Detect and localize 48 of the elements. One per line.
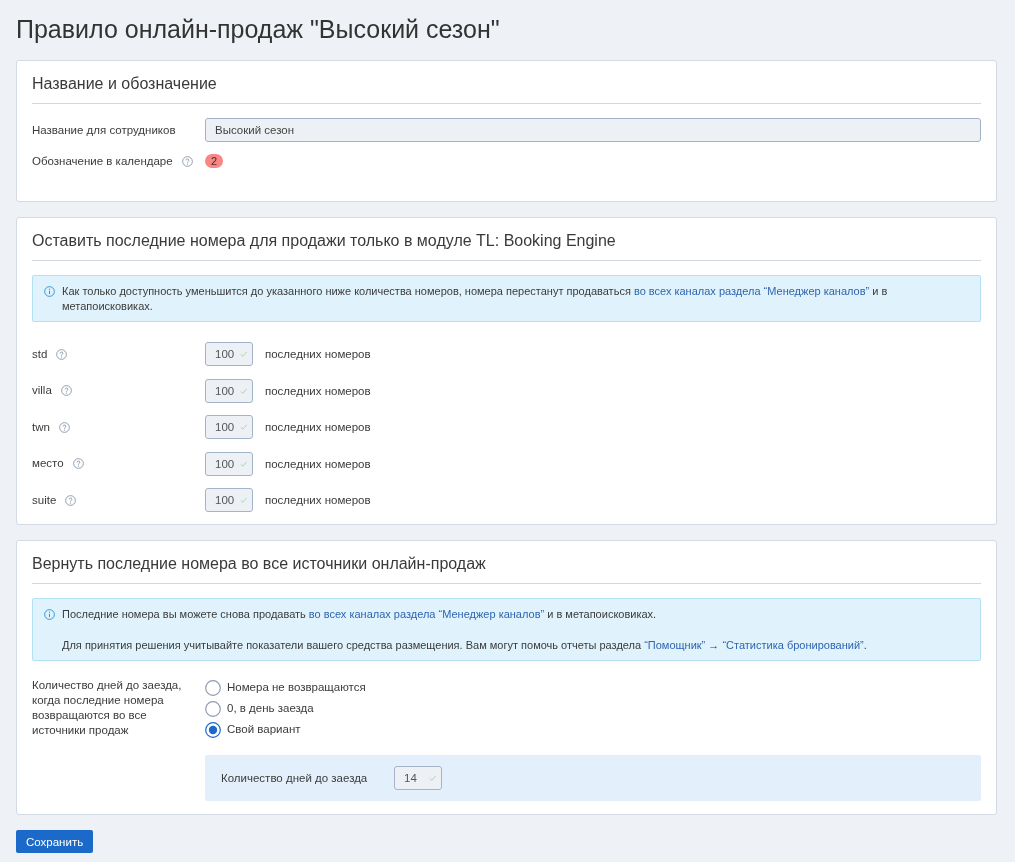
info-link[interactable]: во всех каналах раздела “Менеджер каналов” (308, 608, 545, 620)
calendar-badge: 2 (205, 154, 223, 168)
room-type-label: twn (32, 419, 50, 435)
question-label: Количество дней до заезда, когда последние номера возвращаются во все источники продаж (32, 678, 182, 738)
room-count-field[interactable]: 100 (205, 378, 253, 403)
info-text: Для принятия решения учитывайте показатели вашего средства размещения. Вам могут помочь отчеты раздела “Помощник” → “Статистика бронирований”. (62, 638, 867, 653)
room-type-label: villa (32, 383, 52, 398)
room-count-field[interactable]: 100 (205, 451, 253, 476)
info-icon (44, 609, 55, 620)
room-type-label: suite (32, 492, 57, 508)
radio-icon[interactable] (205, 700, 221, 717)
radio-icon[interactable] (205, 679, 221, 696)
help-icon[interactable] (56, 348, 68, 360)
rooms-suffix-label: последних номеров (265, 384, 371, 397)
room-type-label: место (32, 456, 64, 471)
help-icon[interactable] (65, 494, 77, 506)
name-input[interactable]: Высокий сезон (205, 118, 981, 142)
radio-option[interactable]: 0, в день заезда (205, 700, 314, 717)
field-label: Обозначение в календаре (32, 153, 173, 169)
info-text: Последние номера вы можете снова продавать во всех каналах раздела “Менеджер каналов” и в метапоисковиках. (62, 607, 658, 622)
radio-option[interactable]: Свой вариант (205, 721, 301, 738)
section-title: Оставить последние номера для продажи только в модуле TL: Booking Engine (32, 231, 617, 251)
save-button[interactable]: Сохранить (16, 830, 94, 853)
rooms-suffix-label: последних номеров (265, 457, 371, 470)
radio-option[interactable]: Номера не возвращаются (205, 679, 366, 696)
room-type-label: std (32, 346, 48, 362)
section-title: Название и обозначение (32, 74, 218, 94)
rooms-suffix-label: последних номеров (265, 348, 371, 360)
room-count-field[interactable]: 100 (205, 415, 253, 439)
rooms-suffix-label: последних номеров (265, 494, 371, 506)
info-link[interactable]: “Помощник” (644, 639, 706, 651)
radio-icon[interactable] (205, 721, 221, 738)
info-text: Как только доступность уменьшится до указанного ниже количества номеров, номера перестанут продаваться во всех каналах раздела “Менеджер каналов” и в метапоисковиках. (62, 284, 889, 314)
days-field[interactable]: 14 (394, 766, 442, 790)
help-icon[interactable] (72, 458, 84, 469)
info-link[interactable]: “Статистика бронирований” (722, 639, 864, 651)
rooms-suffix-label: последних номеров (265, 421, 371, 433)
help-icon[interactable] (181, 155, 193, 167)
page-title: Правило онлайн-продаж "Высокий сезон" (16, 14, 501, 45)
field-label: Название для сотрудников (32, 122, 176, 138)
days-label: Количество дней до заезда (221, 772, 369, 784)
info-link[interactable]: во всех каналах раздела “Менеджер каналов” (633, 285, 870, 297)
room-count-field[interactable]: 100 (205, 488, 253, 512)
help-icon[interactable] (60, 385, 72, 396)
section-title: Вернуть последние номера во все источники онлайн-продаж (32, 554, 487, 574)
help-icon[interactable] (58, 421, 70, 433)
room-count-field[interactable]: 100 (205, 342, 253, 366)
info-icon (44, 286, 55, 297)
